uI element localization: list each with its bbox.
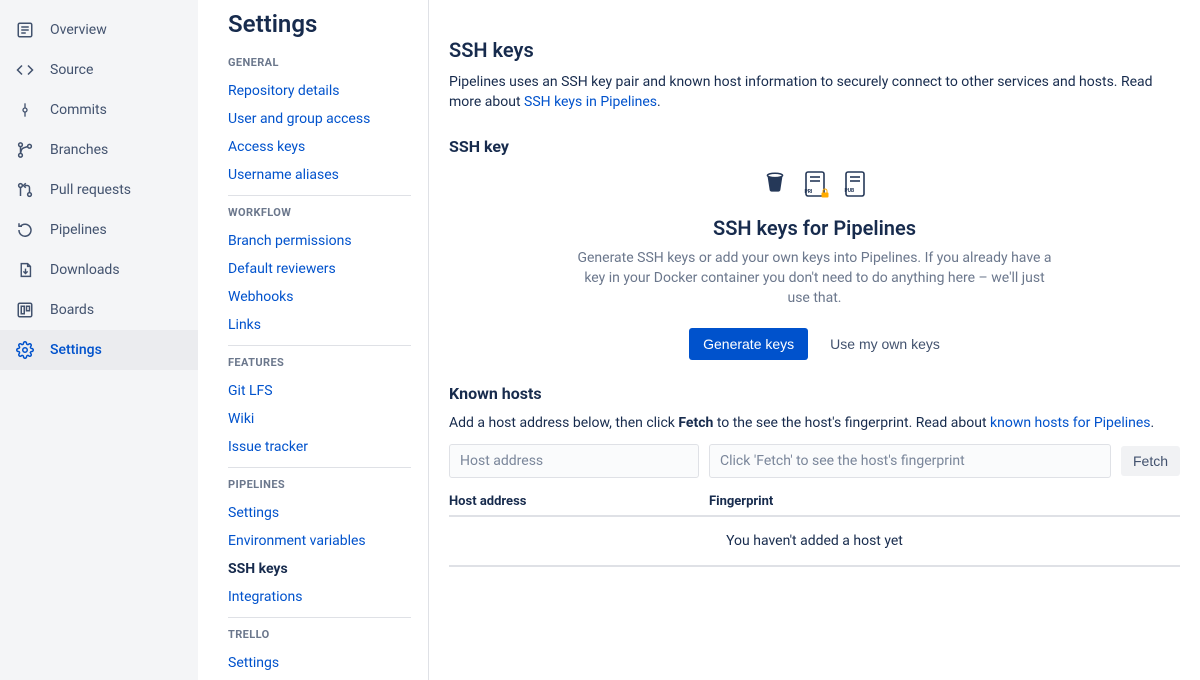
nav-label: Settings (50, 342, 102, 358)
promo-title: SSH keys for Pipelines (449, 216, 1180, 240)
link-default-reviewers[interactable]: Default reviewers (228, 255, 411, 283)
nav-label: Pipelines (50, 222, 107, 238)
ssh-key-subheading: SSH key (449, 137, 1180, 156)
nav-label: Branches (50, 142, 108, 158)
settings-title: Settings (228, 10, 411, 38)
link-pipelines-settings[interactable]: Settings (228, 499, 411, 527)
nav-label: Boards (50, 302, 94, 318)
public-key-icon: PUB (841, 170, 869, 198)
nav-branches[interactable]: Branches (0, 130, 198, 170)
known-hosts-description: Add a host address below, then click Fet… (449, 413, 1180, 433)
link-branch-permissions[interactable]: Branch permissions (228, 227, 411, 255)
link-known-hosts-docs[interactable]: known hosts for Pipelines (990, 415, 1151, 431)
nav-overview[interactable]: Overview (0, 10, 198, 50)
generate-keys-button[interactable]: Generate keys (689, 328, 808, 360)
promo-text: Generate SSH keys or add your own keys i… (575, 248, 1055, 309)
fingerprint-display-input (709, 444, 1111, 478)
link-git-lfs[interactable]: Git LFS (228, 377, 411, 405)
known-hosts-table-header: Host address Fingerprint (449, 494, 1180, 517)
link-integrations[interactable]: Integrations (228, 583, 411, 611)
link-webhooks[interactable]: Webhooks (228, 283, 411, 311)
link-trello-settings[interactable]: Settings (228, 649, 411, 677)
commits-icon (14, 99, 36, 121)
use-own-keys-button[interactable]: Use my own keys (830, 336, 940, 352)
ssh-description: Pipelines uses an SSH key pair and known… (449, 72, 1180, 113)
link-env-variables[interactable]: Environment variables (228, 527, 411, 555)
empty-hosts-message: You haven't added a host yet (449, 517, 1180, 567)
main-content: SSH keys Pipelines uses an SSH key pair … (428, 0, 1200, 680)
section-header-workflow: WORKFLOW (228, 206, 411, 219)
nav-settings[interactable]: Settings (0, 330, 198, 370)
col-host-address: Host address (449, 494, 709, 509)
nav-label: Pull requests (50, 182, 131, 198)
link-wiki[interactable]: Wiki (228, 405, 411, 433)
nav-label: Overview (50, 22, 107, 38)
section-header-general: GENERAL (228, 56, 411, 69)
promo-icons: PRI PUB (449, 170, 1180, 198)
overview-icon (14, 19, 36, 41)
fetch-button[interactable]: Fetch (1121, 446, 1180, 476)
nav-label: Source (50, 62, 93, 78)
link-username-aliases[interactable]: Username aliases (228, 161, 411, 189)
nav-label: Commits (50, 102, 107, 118)
link-links[interactable]: Links (228, 311, 411, 339)
host-address-input[interactable] (449, 444, 699, 478)
nav-pull-requests[interactable]: Pull requests (0, 170, 198, 210)
nav-boards[interactable]: Boards (0, 290, 198, 330)
known-hosts-heading: Known hosts (449, 384, 1180, 403)
section-header-trello: TRELLO (228, 628, 411, 641)
nav-label: Downloads (50, 262, 120, 278)
link-access-keys[interactable]: Access keys (228, 133, 411, 161)
pipelines-icon (14, 219, 36, 241)
link-user-group-access[interactable]: User and group access (228, 105, 411, 133)
link-issue-tracker[interactable]: Issue tracker (228, 433, 411, 461)
pull-requests-icon (14, 179, 36, 201)
settings-sidebar: Settings GENERAL Repository details User… (198, 0, 428, 680)
section-header-pipelines: PIPELINES (228, 478, 411, 491)
downloads-icon (14, 259, 36, 281)
nav-commits[interactable]: Commits (0, 90, 198, 130)
boards-icon (14, 299, 36, 321)
section-header-features: FEATURES (228, 356, 411, 369)
nav-source[interactable]: Source (0, 50, 198, 90)
page-heading: SSH keys (449, 38, 1180, 62)
private-key-icon: PRI (801, 170, 829, 198)
settings-icon (14, 339, 36, 361)
bucket-icon (761, 170, 789, 198)
ssh-promo-block: PRI PUB SSH keys for Pipelines Generate … (449, 170, 1180, 361)
branches-icon (14, 139, 36, 161)
nav-pipelines[interactable]: Pipelines (0, 210, 198, 250)
link-ssh-keys[interactable]: SSH keys (228, 555, 411, 583)
col-fingerprint: Fingerprint (709, 494, 773, 509)
nav-downloads[interactable]: Downloads (0, 250, 198, 290)
repo-left-nav: Overview Source Commits Branches Pull re… (0, 0, 198, 680)
source-icon (14, 59, 36, 81)
link-ssh-keys-docs[interactable]: SSH keys in Pipelines (524, 94, 657, 110)
link-repository-details[interactable]: Repository details (228, 77, 411, 105)
